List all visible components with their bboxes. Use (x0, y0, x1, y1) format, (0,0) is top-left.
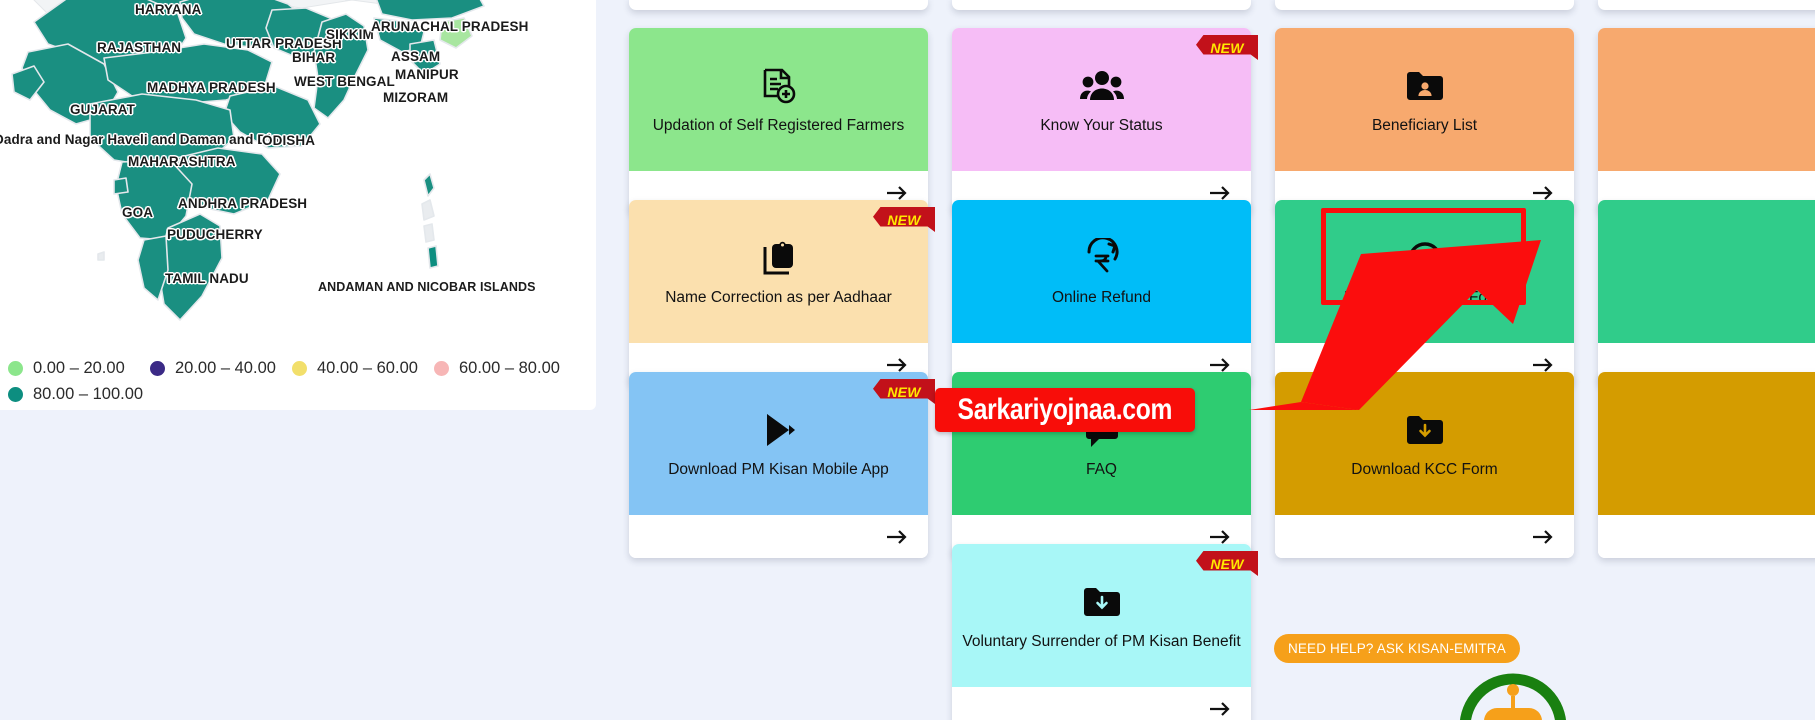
legend-label: 40.00 – 60.00 (317, 358, 418, 377)
legend-color-swatch (8, 386, 23, 402)
folder-person-icon (1405, 65, 1445, 107)
document-add-icon (761, 65, 797, 107)
card-know-your-status[interactable]: NEW Know Your Status (952, 28, 1258, 214)
legend-color-swatch (150, 360, 165, 376)
card-right-clipped-3[interactable] (1598, 372, 1815, 558)
legend-color-swatch (434, 360, 449, 376)
card-body: Updation of Self Registered Farmers (629, 28, 928, 171)
card-title: Beneficiary List (1371, 116, 1478, 134)
card-right-clipped-1[interactable] (1598, 28, 1815, 214)
card-title: Name Correction as per Aadhaar (665, 288, 892, 306)
legend-item: 40.00 – 60.00 (292, 355, 434, 381)
rupee-refund-icon (1083, 237, 1121, 279)
card-footer[interactable] (629, 515, 928, 558)
kisan-emitra-pill[interactable]: NEED HELP? ASK KISAN-EMITRA (1274, 634, 1520, 663)
service-card-grid: Updation of Self Registered Farmers NEW … (596, 0, 1815, 720)
card-stub-row-top-2[interactable] (952, 0, 1251, 10)
card-voluntary-surrender-of-pm-kisan-benefit[interactable]: NEW Voluntary Surrender of PM Kisan Bene… (952, 544, 1258, 720)
folder-download-icon (1082, 581, 1122, 623)
card-footer[interactable] (1275, 515, 1574, 558)
card-footer[interactable] (952, 687, 1251, 720)
screenshot-root: HARYANA RAJASTHAN UTTAR PRADESH MADHYA P… (0, 0, 1815, 720)
card-title: Know Your Status (1040, 116, 1163, 134)
card-body (1598, 372, 1815, 515)
clipboard-icon (761, 237, 797, 279)
arrow-right-icon[interactable] (1531, 527, 1555, 547)
card-body: Helpdesk - Query Form (1275, 200, 1574, 343)
card-body (1598, 200, 1815, 343)
map-legend: 0.00 – 20.00 20.00 – 40.00 40.00 – 60.00… (0, 355, 596, 407)
india-map-graphic (11, 0, 485, 321)
card-body: Beneficiary List (1275, 28, 1574, 171)
card-right-clipped-2[interactable] (1598, 200, 1815, 386)
card-title: Helpdesk - Query Form (1343, 288, 1506, 306)
card-online-refund[interactable]: Online Refund (952, 200, 1251, 386)
legend-item: 80.00 – 100.00 (8, 381, 150, 407)
kisan-emitra-bot-icon[interactable] (1458, 672, 1568, 720)
card-name-correction-as-per-aadhaar[interactable]: NEW Name Correction as per Aadhaar (629, 200, 935, 386)
legend-item: 60.00 – 80.00 (434, 355, 582, 381)
card-stub-row-top-4[interactable] (1598, 0, 1815, 10)
card-title: Online Refund (1051, 288, 1152, 306)
legend-color-swatch (8, 360, 23, 376)
legend-label: 60.00 – 80.00 (459, 358, 560, 377)
legend-label: 80.00 – 100.00 (33, 384, 144, 403)
card-footer[interactable] (1598, 515, 1815, 558)
card-title: Download PM Kisan Mobile App (668, 460, 889, 478)
legend-color-swatch (292, 360, 307, 376)
card-updation-of-self-registered-farmers[interactable]: Updation of Self Registered Farmers (629, 28, 928, 214)
card-title: Updation of Self Registered Farmers (652, 116, 905, 134)
card-helpdesk-query-form[interactable]: Helpdesk - Query Form (1275, 200, 1574, 386)
card-title: Voluntary Surrender of PM Kisan Benefit (962, 632, 1241, 650)
watermark-sarkariyojnaa: Sarkariyojnaa.com (935, 388, 1195, 432)
kisan-emitra-label: NEED HELP? ASK KISAN-EMITRA (1288, 641, 1506, 656)
google-play-icon (760, 409, 798, 451)
card-body: Download KCC Form (1275, 372, 1574, 515)
card-stub-row-top-1[interactable] (629, 0, 928, 10)
card-body: Online Refund (952, 200, 1251, 343)
legend-item: 0.00 – 20.00 (8, 355, 150, 381)
legend-label: 0.00 – 20.00 (33, 358, 125, 377)
card-title: Download KCC Form (1351, 460, 1498, 478)
arrow-right-icon[interactable] (1208, 699, 1232, 719)
legend-item: 20.00 – 40.00 (150, 355, 292, 381)
people-group-icon (1079, 65, 1124, 107)
card-download-pm-kisan-mobile-app[interactable]: NEW Download PM Kisan Mobile App (629, 372, 935, 558)
india-choropleth-map-panel: HARYANA RAJASTHAN UTTAR PRADESH MADHYA P… (0, 0, 596, 410)
card-stub-row-top-3[interactable] (1275, 0, 1574, 10)
card-download-kcc-form[interactable]: Download KCC Form (1275, 372, 1574, 558)
watermark-text: Sarkariyojnaa.com (957, 393, 1173, 426)
card-body (1598, 28, 1815, 171)
card-beneficiary-list[interactable]: Beneficiary List (1275, 28, 1574, 214)
card-title: FAQ (1085, 460, 1117, 478)
headphones-icon (1405, 237, 1445, 279)
legend-label: 20.00 – 40.00 (175, 358, 276, 377)
arrow-right-icon[interactable] (885, 527, 909, 547)
folder-download-icon (1405, 409, 1445, 451)
